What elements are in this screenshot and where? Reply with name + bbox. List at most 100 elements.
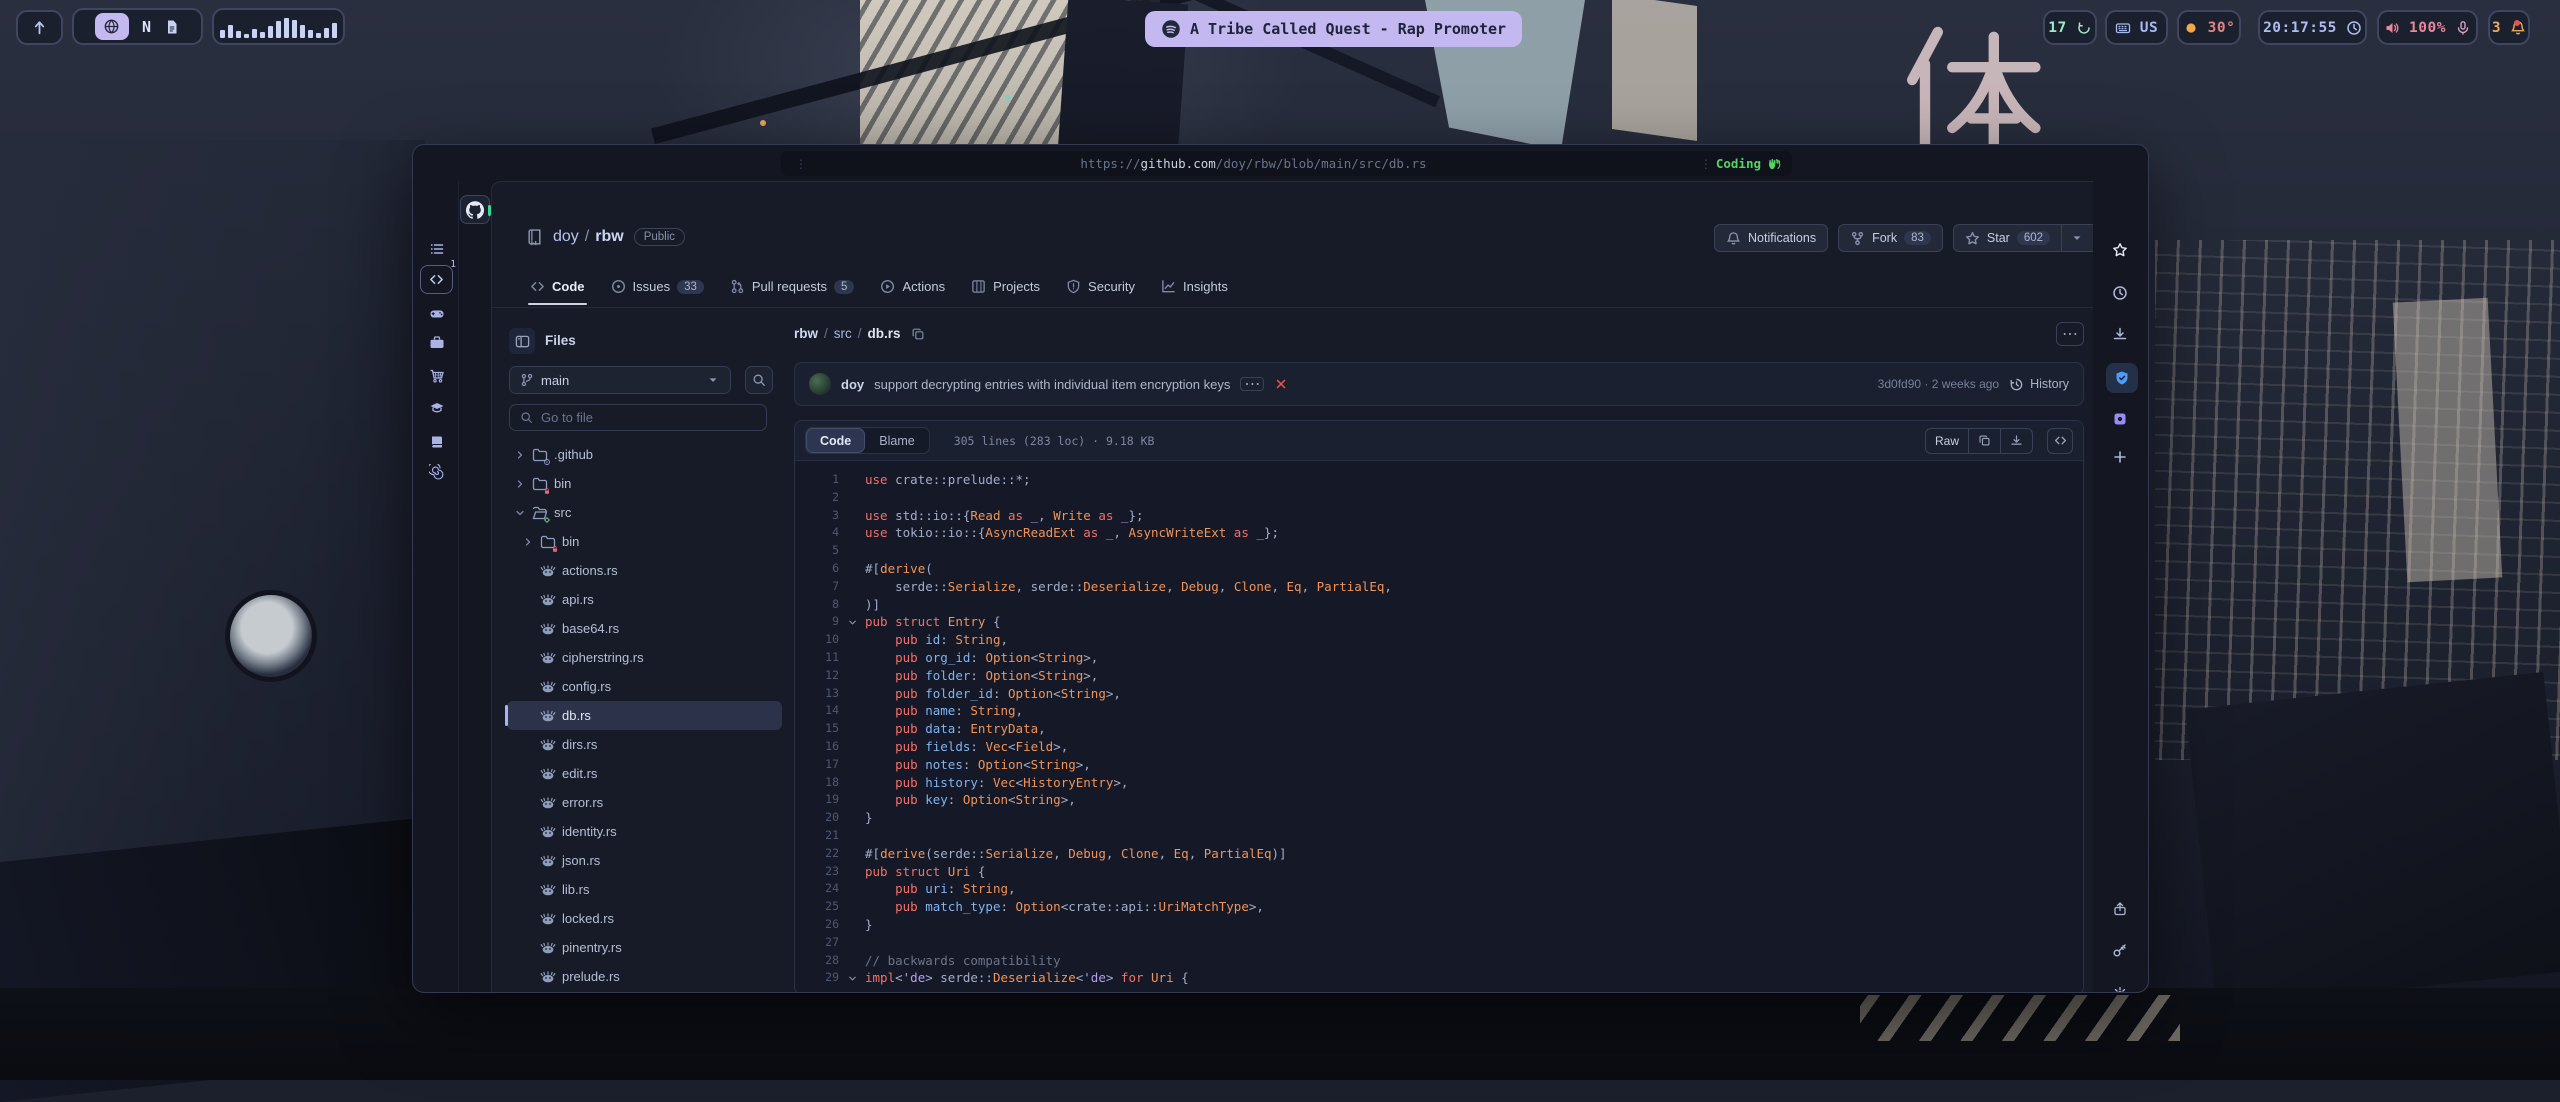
- line-number[interactable]: 25: [795, 898, 839, 916]
- commit-sha-age[interactable]: 3d0fd90 · 2 weeks ago: [1878, 377, 1999, 391]
- tab-code[interactable]: Code: [520, 272, 595, 306]
- collapse-panel-button[interactable]: [509, 328, 535, 354]
- line-number[interactable]: 22: [795, 845, 839, 863]
- commit-author-link[interactable]: doy: [841, 377, 864, 392]
- avatar[interactable]: [809, 373, 831, 395]
- breadcrumb-link[interactable]: rbw: [794, 326, 818, 341]
- line-number[interactable]: 15: [795, 720, 839, 738]
- branch-selector[interactable]: main: [509, 366, 731, 394]
- line-number[interactable]: 16: [795, 738, 839, 756]
- tab-projects[interactable]: Projects: [961, 272, 1050, 306]
- line-number[interactable]: 18: [795, 774, 839, 792]
- tree-item-identity.rs[interactable]: identity.rs: [507, 817, 782, 846]
- chevron-right-icon[interactable]: [514, 478, 526, 490]
- tree-item-bin[interactable]: bin: [507, 527, 782, 556]
- more-options-button[interactable]: ⋯: [2056, 322, 2084, 346]
- line-number[interactable]: 29: [795, 969, 839, 987]
- tab-pull-requests[interactable]: Pull requests5: [720, 272, 865, 306]
- url-bar[interactable]: ⋮ https://github.com/doy/rbw/blob/main/s…: [781, 151, 1792, 176]
- chevron-right-icon[interactable]: [514, 449, 526, 461]
- workspace-gradcap[interactable]: [429, 400, 445, 416]
- commit-message-link[interactable]: support decrypting entries with individu…: [874, 377, 1230, 392]
- side-tool-gear[interactable]: [2112, 986, 2128, 993]
- line-number[interactable]: 6: [795, 560, 839, 578]
- workspace-list[interactable]: [429, 241, 445, 257]
- keyboard-layout-widget[interactable]: US: [2105, 10, 2168, 45]
- side-tool-key[interactable]: [2112, 942, 2128, 958]
- copy-path-button[interactable]: [911, 327, 925, 341]
- tab-issues[interactable]: Issues33: [601, 272, 714, 306]
- chevron-down-icon[interactable]: [514, 507, 526, 519]
- weather-widget[interactable]: 30°: [2177, 10, 2241, 45]
- line-number[interactable]: 2: [795, 489, 839, 507]
- tree-item-db.rs[interactable]: db.rs: [507, 701, 782, 730]
- side-tool-clock[interactable]: [2112, 285, 2128, 301]
- line-number[interactable]: 12: [795, 667, 839, 685]
- volume-widget[interactable]: 100%: [2377, 10, 2478, 45]
- tree-item-bin[interactable]: bin: [507, 469, 782, 498]
- line-number[interactable]: 5: [795, 542, 839, 560]
- app-launcher-button[interactable]: [16, 10, 63, 45]
- document-app-icon[interactable]: [164, 19, 180, 35]
- line-number[interactable]: 10: [795, 631, 839, 649]
- line-number[interactable]: 21: [795, 827, 839, 845]
- line-number[interactable]: 7: [795, 578, 839, 596]
- notes-app-icon[interactable]: N: [142, 18, 151, 36]
- tree-item-base64.rs[interactable]: base64.rs: [507, 614, 782, 643]
- line-number[interactable]: 19: [795, 791, 839, 809]
- tab-security[interactable]: Security: [1056, 272, 1145, 306]
- tab-actions[interactable]: Actions: [870, 272, 955, 306]
- tree-item-error.rs[interactable]: error.rs: [507, 788, 782, 817]
- tree-item-config.rs[interactable]: config.rs: [507, 672, 782, 701]
- toggle-blame[interactable]: Blame: [865, 428, 928, 453]
- repo-name-link[interactable]: rbw: [595, 228, 623, 246]
- workspace-active[interactable]: 1: [420, 265, 453, 294]
- side-tool-star[interactable]: [2112, 242, 2128, 258]
- side-tool-plus[interactable]: [2112, 449, 2128, 465]
- commit-details-button[interactable]: ⋯: [1240, 377, 1264, 391]
- workspace-cart[interactable]: [429, 368, 445, 384]
- check-failed-icon[interactable]: [1274, 377, 1288, 391]
- tree-item-edit.rs[interactable]: edit.rs: [507, 759, 782, 788]
- line-number[interactable]: 13: [795, 685, 839, 703]
- fold-chevron-icon[interactable]: [839, 969, 865, 987]
- line-number[interactable]: 3: [795, 507, 839, 525]
- fold-chevron-icon[interactable]: [839, 613, 865, 631]
- symbols-button[interactable]: [2047, 428, 2073, 454]
- go-to-file-input[interactable]: Go to file: [509, 404, 767, 431]
- line-number[interactable]: 17: [795, 756, 839, 774]
- tree-item-pinentry.rs[interactable]: pinentry.rs: [507, 933, 782, 962]
- tree-item-api.rs[interactable]: api.rs: [507, 585, 782, 614]
- line-number[interactable]: 8: [795, 596, 839, 614]
- fork-button[interactable]: Fork83: [1838, 224, 1943, 252]
- star-button[interactable]: Star602: [1953, 224, 2093, 252]
- line-number[interactable]: 14: [795, 702, 839, 720]
- line-number[interactable]: 20: [795, 809, 839, 827]
- side-tool-shield[interactable]: [2106, 363, 2138, 393]
- star-dropdown-button[interactable]: [2061, 225, 2086, 251]
- workspace-briefcase[interactable]: [429, 335, 445, 351]
- copy-raw-button[interactable]: [1968, 429, 2000, 453]
- tab-insights[interactable]: Insights: [1151, 272, 1238, 306]
- history-button[interactable]: History: [2009, 377, 2069, 392]
- line-number[interactable]: 11: [795, 649, 839, 667]
- notifications-button[interactable]: Notifications: [1714, 224, 1828, 252]
- line-number[interactable]: 9: [795, 613, 839, 631]
- toggle-code[interactable]: Code: [806, 428, 865, 453]
- tree-item-dirs.rs[interactable]: dirs.rs: [507, 730, 782, 759]
- line-number[interactable]: 28: [795, 952, 839, 970]
- workspace-book[interactable]: [429, 434, 445, 450]
- side-tool-share[interactable]: [2112, 901, 2128, 917]
- chevron-right-icon[interactable]: [522, 536, 534, 548]
- tree-item-prelude.rs[interactable]: prelude.rs: [507, 962, 782, 991]
- tree-item-.github[interactable]: .github: [507, 440, 782, 469]
- line-number[interactable]: 26: [795, 916, 839, 934]
- workspace-spiral[interactable]: [429, 464, 445, 480]
- workspace-gamepad[interactable]: [429, 306, 445, 322]
- tree-item-lib.rs[interactable]: lib.rs: [507, 875, 782, 904]
- now-playing-widget[interactable]: A Tribe Called Quest - Rap Promoter: [1145, 11, 1522, 47]
- line-number[interactable]: 1: [795, 471, 839, 489]
- tree-item-locked.rs[interactable]: locked.rs: [507, 904, 782, 933]
- tree-item-cipherstring.rs[interactable]: cipherstring.rs: [507, 643, 782, 672]
- line-number[interactable]: 23: [795, 863, 839, 881]
